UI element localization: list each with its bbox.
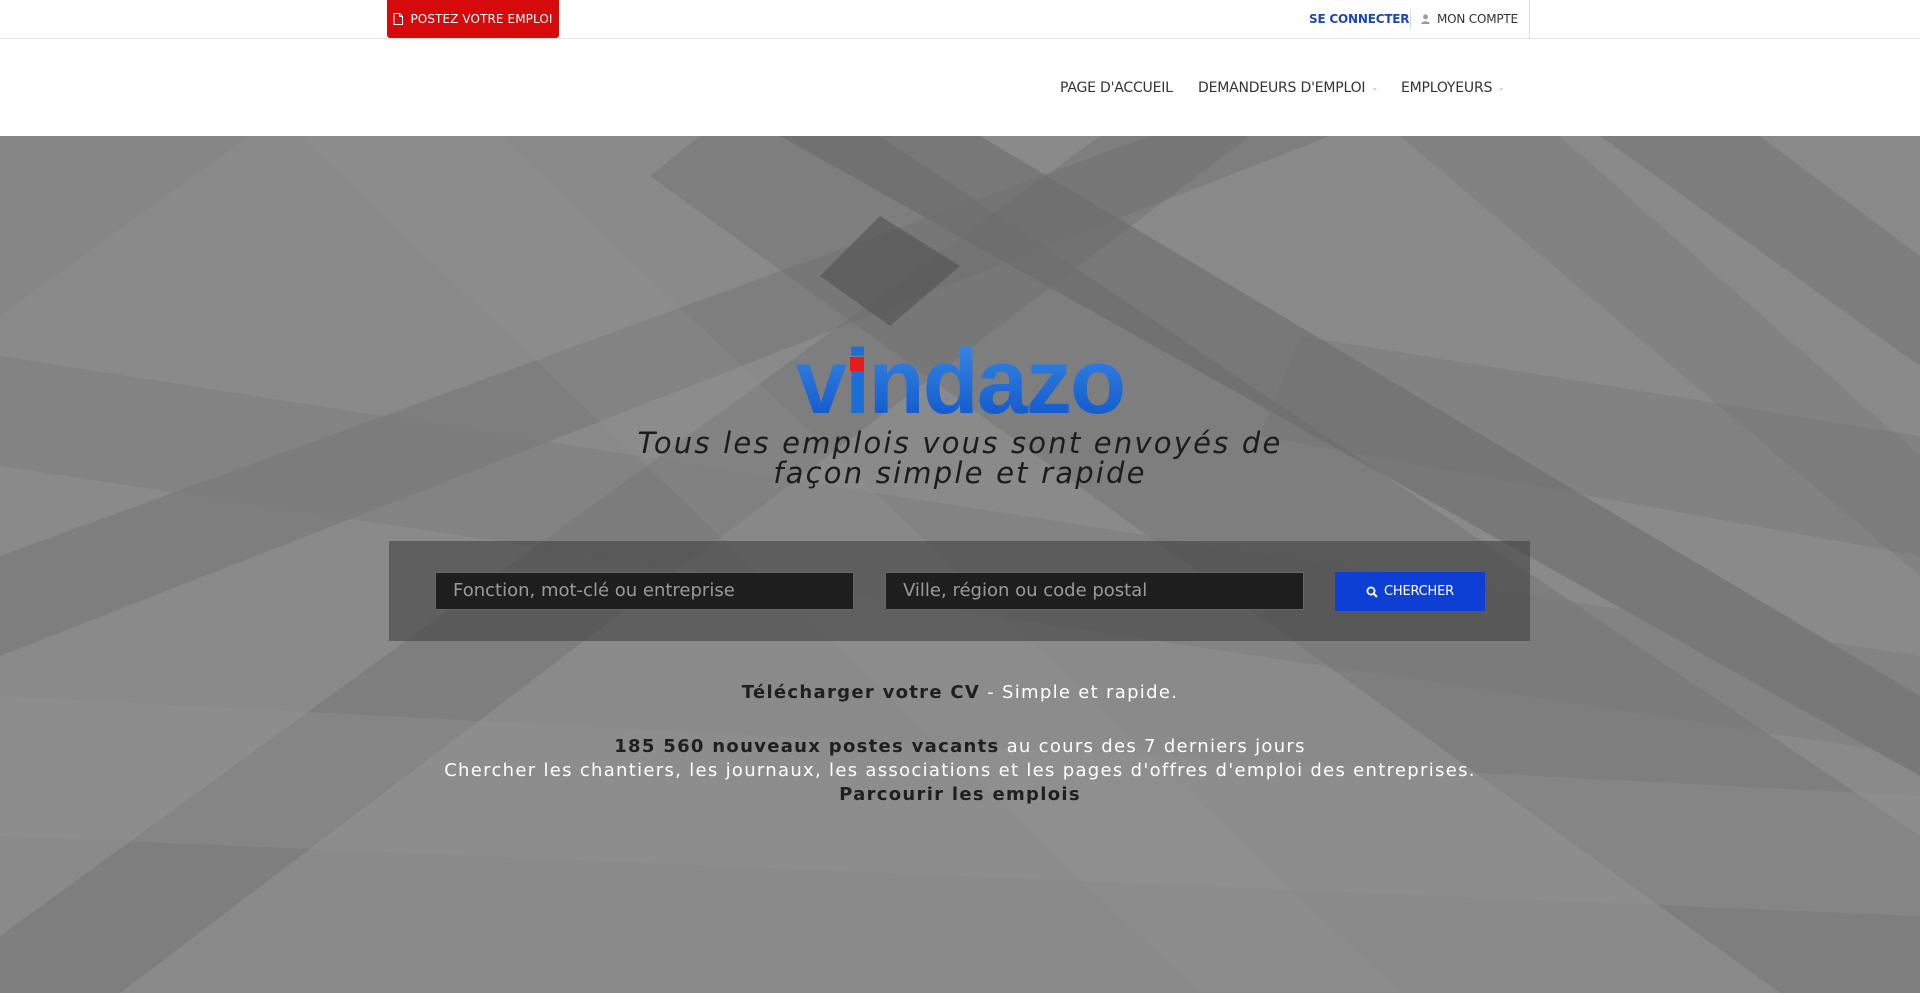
vacancies-count: 185 560 nouveaux postes vacants [614,736,1000,757]
hero-tagline: Tous les emplois vous sont envoyés de fa… [560,428,1360,488]
hero-section: vindazo Tous les emplois vous sont envoy… [0,136,1920,993]
post-job-button[interactable]: POSTEZ VOTRE EMPLOI [387,0,559,38]
upload-cv-suffix: - Simple et rapide. [980,682,1179,703]
upload-cv-link[interactable]: Télécharger votre CV [742,682,980,703]
my-account-label: MON COMPTE [1437,12,1518,26]
top-bar: POSTEZ VOTRE EMPLOI SE CONNECTER MON COM… [0,0,1920,39]
chevron-down-icon: ⌄ [1498,83,1505,92]
browse-jobs-line: Parcourir les emplois [0,783,1920,807]
tagline-line-2: façon simple et rapide [773,456,1147,490]
user-icon [1421,14,1430,24]
nav-item-home[interactable]: PAGE D'ACCUEIL [1060,39,1173,136]
main-nav: PAGE D'ACCUEIL DEMANDEURS D'EMPLOI ⌄ EMP… [0,39,1920,136]
search-button[interactable]: CHERCHER [1335,572,1485,611]
upload-cv-line: Télécharger votre CV - Simple et rapide. [0,681,1920,705]
nav-item-label: PAGE D'ACCUEIL [1060,79,1173,96]
location-search-input[interactable]: Ville, région ou code postal [885,572,1304,610]
nav-item-employers[interactable]: EMPLOYEURS ⌄ [1401,39,1505,136]
post-job-label: POSTEZ VOTRE EMPLOI [410,12,553,26]
search-icon [1366,586,1378,598]
job-search-form: Fonction, mot-clé ou entreprise Ville, r… [389,541,1530,641]
vacancies-suffix: au cours des 7 derniers jours [999,736,1306,757]
divider [1410,9,1411,29]
tagline-line-1: Tous les emplois vous sont envoyés de [637,426,1283,460]
nav-item-label: DEMANDEURS D'EMPLOI [1198,79,1366,96]
vindazo-logo: vindazo [795,331,1125,433]
chevron-down-icon: ⌄ [1371,83,1378,92]
browse-jobs-link[interactable]: Parcourir les emplois [839,784,1081,805]
document-icon [393,13,404,25]
search-description: Chercher les chantiers, les journaux, le… [444,760,1476,781]
divider [1529,0,1530,39]
login-link[interactable]: SE CONNECTER [1309,0,1410,38]
my-account-link[interactable]: MON COMPTE [1421,0,1518,38]
keyword-search-input[interactable]: Fonction, mot-clé ou entreprise [435,572,854,610]
vacancies-line: 185 560 nouveaux postes vacants au cours… [0,735,1920,759]
search-button-label: CHERCHER [1384,584,1454,599]
nav-item-job-seekers[interactable]: DEMANDEURS D'EMPLOI ⌄ [1198,39,1378,136]
nav-item-label: EMPLOYEURS [1401,79,1493,96]
